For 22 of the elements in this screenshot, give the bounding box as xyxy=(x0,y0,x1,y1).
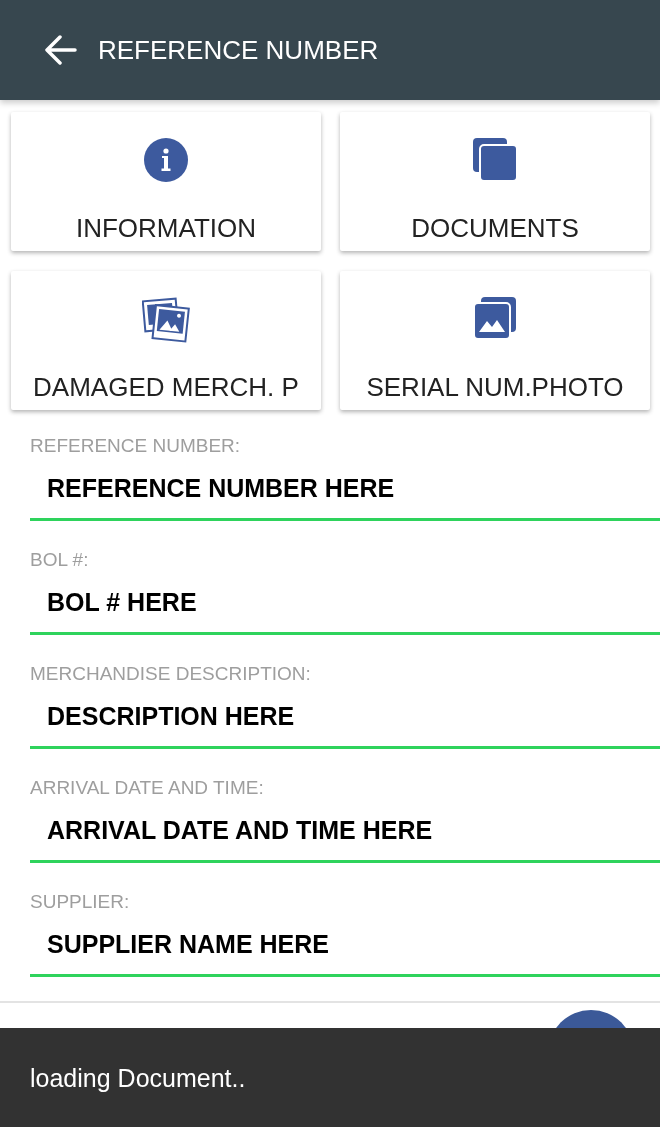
back-arrow-icon xyxy=(45,35,77,65)
field-label: ARRIVAL DATE AND TIME: xyxy=(30,776,265,800)
input-field[interactable]: REFERENCE NUMBER HERE xyxy=(30,458,660,521)
field-label: MERCHANDISE DESCRIPTION: xyxy=(30,662,312,686)
menu-tile[interactable]: SERIAL NUM.PHOTO xyxy=(340,271,650,410)
input-field[interactable]: SUPPLIER NAME HERE xyxy=(30,914,660,977)
menu-tile[interactable]: DAMAGED MERCH. P xyxy=(11,271,321,410)
input-field[interactable]: ARRIVAL DATE AND TIME HERE xyxy=(30,800,660,863)
stacked-squares-icon xyxy=(473,138,517,181)
back-button[interactable] xyxy=(44,33,78,67)
menu-tile[interactable]: INFORMATION xyxy=(11,112,321,251)
input-field[interactable]: DESCRIPTION HERE xyxy=(30,686,660,749)
screen-title: REFERENCE NUMBER xyxy=(98,34,379,67)
field-label: SUPPLIER: xyxy=(30,890,131,914)
photos-icon xyxy=(142,297,190,343)
info-icon xyxy=(144,138,188,182)
field-label: REFERENCE NUMBER: xyxy=(30,434,242,458)
field-label: BOL #: xyxy=(30,548,90,572)
input-field[interactable]: BOL # HERE xyxy=(30,572,660,635)
menu-tile[interactable]: DOCUMENTS xyxy=(340,112,650,251)
snackbar-message: loading Document.. xyxy=(30,1062,246,1094)
image-stack-icon xyxy=(474,297,516,339)
